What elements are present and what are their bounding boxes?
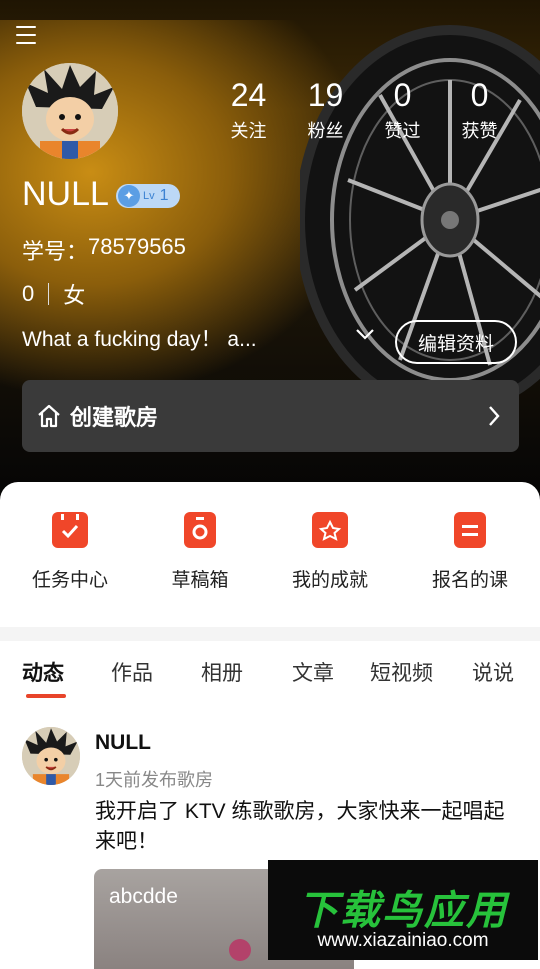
stat-following[interactable]: 24 关注: [210, 78, 287, 143]
watermark-url: www.xiazainiao.com: [317, 930, 489, 951]
course-list-icon: [454, 512, 486, 548]
section-divider: [0, 627, 540, 641]
calendar-check-icon: [52, 512, 88, 548]
tab-album[interactable]: 相册: [201, 657, 243, 687]
profile-tabs: 动态 作品 相册 文章 短视频 说说: [0, 641, 540, 709]
goku-avatar-icon: [22, 727, 80, 785]
post-author-name[interactable]: NULL: [95, 731, 151, 755]
draft-box-icon: [184, 512, 216, 548]
tab-works[interactable]: 作品: [111, 657, 153, 687]
stat-label: 赞过: [384, 121, 421, 141]
achievement-icon: [312, 512, 348, 548]
divider: [48, 283, 50, 305]
post-timestamp: 1天前发布歌房: [95, 770, 214, 790]
student-id-row: 学号： 78579565: [22, 234, 186, 266]
tab-feed[interactable]: 动态: [22, 657, 64, 687]
shortcut-drafts[interactable]: 草稿箱: [160, 512, 240, 592]
level-label: Lv: [143, 190, 155, 202]
watermark-logo: 下载鸟应用: [298, 889, 508, 933]
stat-followers[interactable]: 19 粉丝: [287, 78, 364, 143]
level-star-icon: ✦: [118, 185, 140, 207]
menu-icon[interactable]: [16, 26, 36, 44]
edit-profile-button[interactable]: 编辑资料: [395, 320, 517, 364]
chevron-down-icon[interactable]: [354, 326, 376, 342]
shortcut-enrolled-courses[interactable]: 报名的课: [422, 512, 518, 592]
student-id-value: 78579565: [88, 234, 186, 259]
age-gender-row: 0 女: [22, 278, 85, 310]
stat-value: 19: [307, 77, 344, 113]
stat-liked[interactable]: 0 赞过: [364, 78, 441, 143]
post-author-avatar[interactable]: [22, 727, 80, 785]
watermark: 下载鸟应用 www.xiazainiao.com: [268, 860, 538, 960]
room-card-title: abcdde: [109, 885, 178, 908]
stat-value: 24: [230, 77, 267, 113]
create-room-button[interactable]: 创建歌房: [22, 380, 519, 452]
home-icon: [38, 404, 60, 428]
shortcut-task-center[interactable]: 任务中心: [22, 512, 118, 592]
stat-value: 0: [470, 77, 489, 113]
chevron-right-icon: [489, 406, 500, 426]
level-value: 1: [159, 187, 169, 204]
age-value: 0: [22, 281, 35, 306]
tab-moments[interactable]: 说说: [472, 657, 514, 687]
shortcut-achievements[interactable]: 我的成就: [282, 512, 378, 592]
stat-label: 粉丝: [307, 121, 344, 141]
profile-username: NULL: [22, 175, 109, 213]
shortcut-label: 我的成就: [291, 570, 368, 591]
avatar[interactable]: [22, 63, 118, 159]
goku-avatar-icon: [22, 63, 118, 159]
shortcut-label: 任务中心: [31, 570, 108, 591]
tab-articles[interactable]: 文章: [292, 657, 334, 687]
shortcut-grid: 任务中心 草稿箱 我的成就 报名的课: [0, 482, 540, 627]
shortcut-label: 草稿箱: [171, 570, 229, 591]
level-badge[interactable]: ✦ Lv 1: [116, 184, 180, 208]
stat-likes-received[interactable]: 0 获赞: [441, 78, 518, 143]
post-text: 我开启了 KTV 练歌歌房，大家快来一起唱起来吧！: [95, 800, 505, 853]
student-id-label: 学号：: [22, 239, 89, 264]
gender-value: 女: [63, 283, 86, 308]
stat-label: 获赞: [461, 121, 498, 141]
profile-stats: 24 关注 19 粉丝 0 赞过 0 获赞: [210, 78, 518, 143]
stat-label: 关注: [230, 121, 267, 141]
profile-bio: What a fucking day！ a...: [22, 328, 257, 351]
shortcut-label: 报名的课: [431, 570, 508, 591]
tab-short-videos[interactable]: 短视频: [370, 657, 433, 687]
flower-image: [229, 939, 251, 961]
create-room-label: 创建歌房: [70, 405, 159, 430]
active-tab-indicator: [26, 694, 66, 698]
stat-value: 0: [393, 77, 412, 113]
